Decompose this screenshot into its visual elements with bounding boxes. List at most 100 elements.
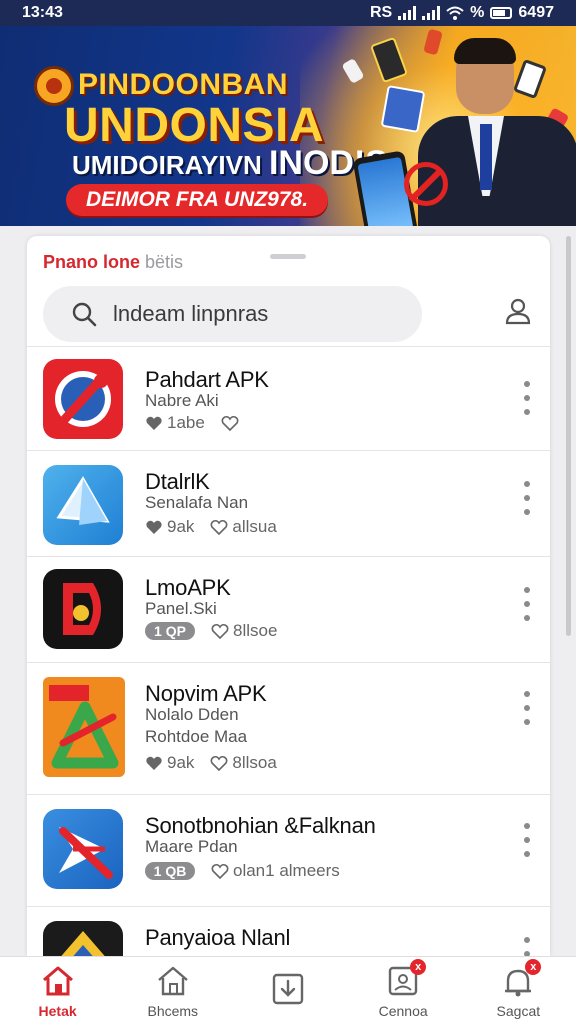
app-stats: 1abe <box>145 413 239 433</box>
more-options-button[interactable] <box>519 691 535 725</box>
nav-downloads[interactable] <box>233 971 343 1011</box>
ban-sign-icon <box>404 162 448 206</box>
app-name: Pahdart APK <box>145 367 269 392</box>
bottom-nav: Hetak Bhcems x Cennoa x Sagcat <box>0 956 576 1024</box>
nav-store[interactable]: Bhcems <box>118 963 228 1019</box>
banner-line1: PINDOONBAN <box>78 68 289 101</box>
heart-outline-icon <box>210 755 228 772</box>
app-subtitle: Maare Pdan <box>145 837 238 856</box>
app-name: LmoAPK <box>145 575 231 600</box>
nav-label: Bhcems <box>147 1002 199 1019</box>
banner-subline: UMIDOIRAYIVN INOD!S <box>72 144 388 183</box>
downloads-value: 8llsoe <box>233 621 278 640</box>
nav-label: Sagcat <box>496 1002 541 1019</box>
battery-text: 6497 <box>518 4 554 21</box>
more-options-button[interactable] <box>519 481 535 515</box>
app-stats: 9ak allsua <box>145 517 277 537</box>
app-subtitle: Nolalo Dden <box>145 705 239 724</box>
status-time: 13:43 <box>22 4 63 21</box>
scrollbar[interactable] <box>566 236 571 636</box>
download-box-icon <box>272 973 304 1004</box>
app-subtitle: Nabre Aki <box>145 391 219 410</box>
app-row[interactable]: Nopvim APK Nolalo Dden Rohtdoe Maa 9ak 8… <box>27 662 550 794</box>
app-list-sheet: Pnano lone bëtis lndeam linpnras Pahdart… <box>27 236 550 956</box>
nav-label: Cennoa <box>378 1002 428 1019</box>
app-list: Pahdart APK Nabre Aki 1abe DtalrlK Senal… <box>27 346 550 956</box>
nav-profile[interactable]: x Sagcat <box>463 958 573 1019</box>
heart-filled-icon <box>146 756 162 770</box>
heart-filled-icon <box>146 520 162 534</box>
app-name: Sonotbnohian &Falknan <box>145 813 376 838</box>
red-blue-wrench-icon <box>43 359 123 439</box>
search-bar[interactable]: lndeam linpnras <box>43 286 422 342</box>
app-row[interactable]: Panyaioa Nlanl <box>27 906 550 956</box>
store-icon <box>158 966 188 995</box>
sheet-title: Pnano lone bëtis <box>43 252 183 273</box>
blue-paper-plane-icon <box>43 465 123 545</box>
user-icon[interactable] <box>503 296 533 326</box>
sheet-title-gray: bëtis <box>140 252 184 272</box>
app-row[interactable]: Pahdart APK Nabre Aki 1abe <box>27 346 550 450</box>
nav-home[interactable]: Hetak <box>3 963 113 1019</box>
search-icon <box>72 302 97 327</box>
favorite-stat[interactable] <box>221 414 239 432</box>
app-stats: 9ak 8llsoa <box>145 753 277 773</box>
notification-badge: x <box>410 958 427 975</box>
nav-label: Hetak <box>38 1002 77 1019</box>
favorite-stat[interactable]: 8llsoe <box>211 621 277 641</box>
size-badge: 1 QP <box>145 622 195 640</box>
banner-cta-button[interactable]: DEIMOR FRA UNZ978. <box>66 184 328 216</box>
app-subtitle-2: Rohtdoe Maa <box>145 727 248 746</box>
downloads-value: olan1 almeers <box>233 861 340 880</box>
favorite-stat[interactable]: 8llsoa <box>210 753 277 773</box>
app-name: Nopvim APK <box>145 681 267 706</box>
rating-stat: 9ak <box>145 753 194 773</box>
app-subtitle: Senalafa Nan <box>145 493 249 512</box>
carrier-label: RS <box>369 4 393 21</box>
search-input[interactable]: lndeam linpnras <box>113 301 268 327</box>
orange-green-a-icon <box>43 677 125 777</box>
sheet-title-mid: lone <box>98 252 141 272</box>
nav-inbox[interactable]: x Cennoa <box>348 958 458 1019</box>
app-name: Panyaioa Nlanl <box>145 925 291 950</box>
battery-icon <box>490 7 513 19</box>
rating-stat: 1abe <box>145 413 205 433</box>
more-options-button[interactable] <box>519 381 535 415</box>
signal-icon <box>398 6 417 20</box>
rating-stat: 9ak <box>145 517 194 537</box>
status-bar: 13:43 RS % 6497 <box>0 0 576 26</box>
more-options-button[interactable] <box>519 823 535 857</box>
downloads-value: allsua <box>232 517 277 536</box>
sheet-title-red: Pnano <box>43 252 99 272</box>
dark-yellow-icon <box>43 921 123 956</box>
more-options-button[interactable] <box>519 587 535 621</box>
blue-red-star-icon <box>43 809 123 889</box>
banner-subline-small: UMIDOIRAYIVN <box>72 150 262 180</box>
red-black-d-icon <box>43 569 123 649</box>
wifi-icon <box>446 6 464 20</box>
more-options-button[interactable] <box>519 937 535 956</box>
heart-filled-icon <box>146 416 162 430</box>
app-row[interactable]: LmoAPK Panel.Ski 1 QP 8llsoe <box>27 556 550 662</box>
notification-badge: x <box>525 958 542 975</box>
heart-outline-icon <box>221 415 239 432</box>
favorite-stat[interactable]: allsua <box>210 517 277 537</box>
rating-value: 9ak <box>167 753 195 772</box>
app-stats: 1 QP 8llsoe <box>145 621 277 641</box>
heart-outline-icon <box>210 519 228 536</box>
drag-handle[interactable] <box>270 254 306 259</box>
promo-banner[interactable]: PINDOONBAN UNDONSIA UMIDOIRAYIVN INOD!S … <box>0 26 576 226</box>
rating-value: 1abe <box>167 413 205 432</box>
favorite-stat[interactable]: olan1 almeers <box>211 861 340 881</box>
app-subtitle: Panel.Ski <box>145 599 217 618</box>
wifi-label: % <box>470 4 485 21</box>
rating-value: 9ak <box>167 517 195 536</box>
size-badge: 1 QB <box>145 862 195 880</box>
downloads-value: 8llsoa <box>232 753 277 772</box>
signal-2-icon <box>422 6 441 20</box>
app-name: DtalrlK <box>145 469 210 494</box>
heart-outline-icon <box>211 863 229 880</box>
app-row[interactable]: Sonotbnohian &Falknan Maare Pdan 1 QB ol… <box>27 794 550 906</box>
app-row[interactable]: DtalrlK Senalafa Nan 9ak allsua <box>27 450 550 556</box>
status-icons: RS % 6497 <box>370 4 554 22</box>
